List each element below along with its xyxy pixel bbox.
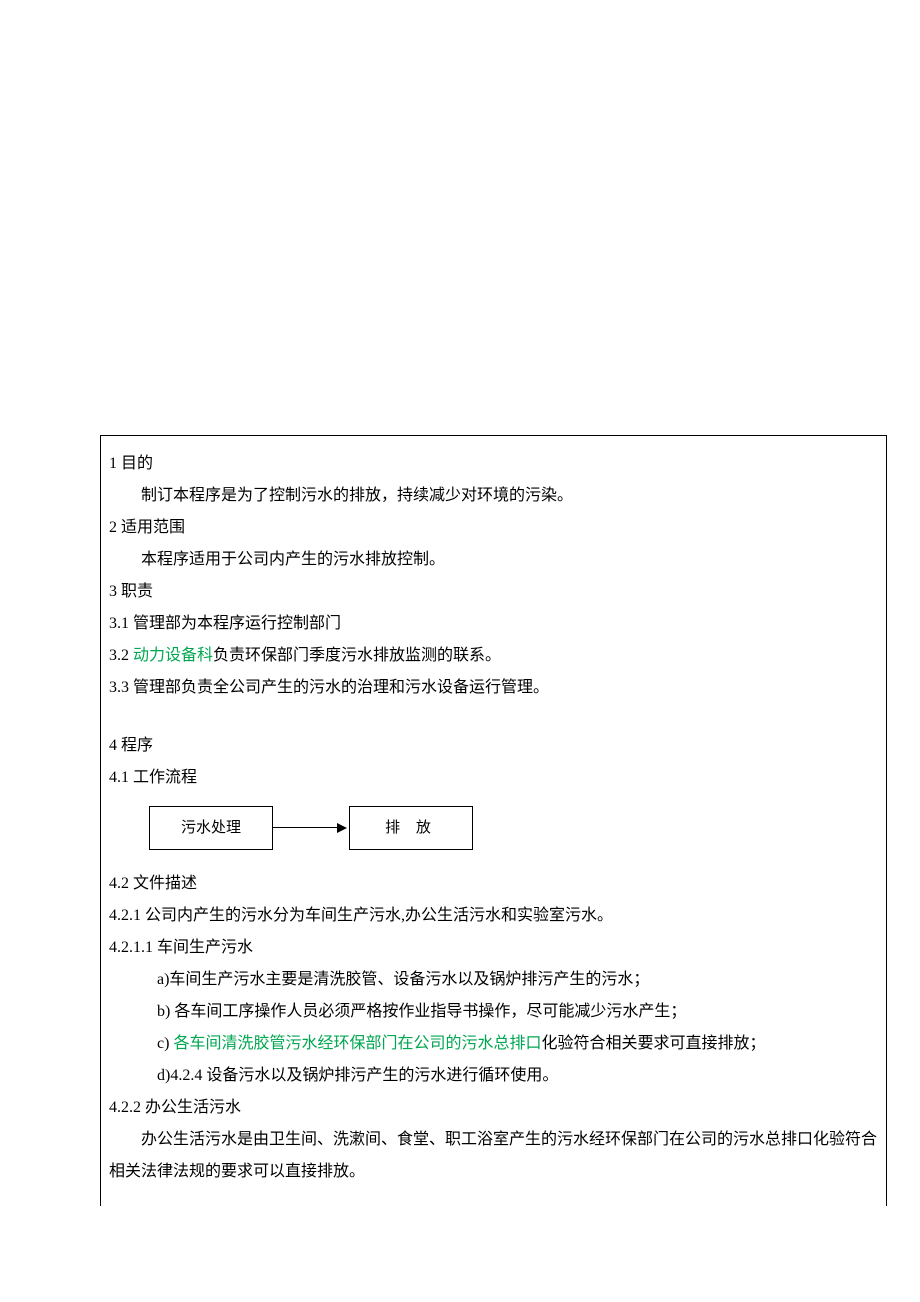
- flow-box-treatment: 污水处理: [149, 806, 273, 850]
- section-4-heading: 4 程序: [109, 730, 878, 762]
- item-b: b) 各车间工序操作人员必须严格按作业指导书操作，尽可能减少污水产生；: [109, 996, 878, 1028]
- item-c-highlight: 各车间清洗胶管污水经环保部门在公司的污水总排口: [173, 1035, 541, 1052]
- spacer: [109, 704, 878, 730]
- section-2-text: 本程序适用于公司内产生的污水排放控制。: [109, 544, 878, 576]
- flow-box-discharge: 排 放: [349, 806, 473, 850]
- item-c-suffix: 化验符合相关要求可直接排放；: [541, 1035, 765, 1052]
- section-4-2-2-heading: 4.2.2 办公生活污水: [109, 1092, 878, 1124]
- section-4-2-heading: 4.2 文件描述: [109, 868, 878, 900]
- section-2-heading: 2 适用范围: [109, 512, 878, 544]
- item-d: d)4.2.4 设备污水以及锅炉排污产生的污水进行循环使用。: [109, 1060, 878, 1092]
- section-3-2-suffix: 负责环保部门季度污水排放监测的联系。: [213, 647, 501, 664]
- section-4-2-1: 4.2.1 公司内产生的污水分为车间生产污水,办公生活污水和实验室污水。: [109, 900, 878, 932]
- section-4-2-2-text: 办公生活污水是由卫生间、洗漱间、食堂、职工浴室产生的污水经环保部门在公司的污水总…: [109, 1124, 878, 1188]
- section-3-2-prefix: 3.2: [109, 647, 133, 664]
- section-3-2-highlight: 动力设备科: [133, 647, 213, 664]
- item-c: c) 各车间清洗胶管污水经环保部门在公司的污水总排口化验符合相关要求可直接排放；: [109, 1028, 878, 1060]
- workflow-diagram: 污水处理 排 放: [149, 806, 878, 850]
- arrow-head-icon: [337, 823, 347, 833]
- section-3-2: 3.2 动力设备科负责环保部门季度污水排放监测的联系。: [109, 640, 878, 672]
- arrow-line-icon: [273, 827, 337, 828]
- section-3-1: 3.1 管理部为本程序运行控制部门: [109, 608, 878, 640]
- section-3-3: 3.3 管理部负责全公司产生的污水的治理和污水设备运行管理。: [109, 672, 878, 704]
- section-3-heading: 3 职责: [109, 576, 878, 608]
- section-4-2-1-1-heading: 4.2.1.1 车间生产污水: [109, 932, 878, 964]
- page: 1 目的 制订本程序是为了控制污水的排放，持续减少对环境的污染。 2 适用范围 …: [0, 0, 920, 1206]
- item-a: a)车间生产污水主要是清洗胶管、设备污水以及锅炉排污产生的污水；: [109, 964, 878, 996]
- document-body: 1 目的 制订本程序是为了控制污水的排放，持续减少对环境的污染。 2 适用范围 …: [100, 435, 887, 1206]
- section-1-text: 制订本程序是为了控制污水的排放，持续减少对环境的污染。: [109, 480, 878, 512]
- section-4-1-heading: 4.1 工作流程: [109, 762, 878, 794]
- item-c-prefix: c): [157, 1035, 173, 1052]
- section-1-heading: 1 目的: [109, 448, 878, 480]
- flow-arrow-icon: [273, 822, 349, 834]
